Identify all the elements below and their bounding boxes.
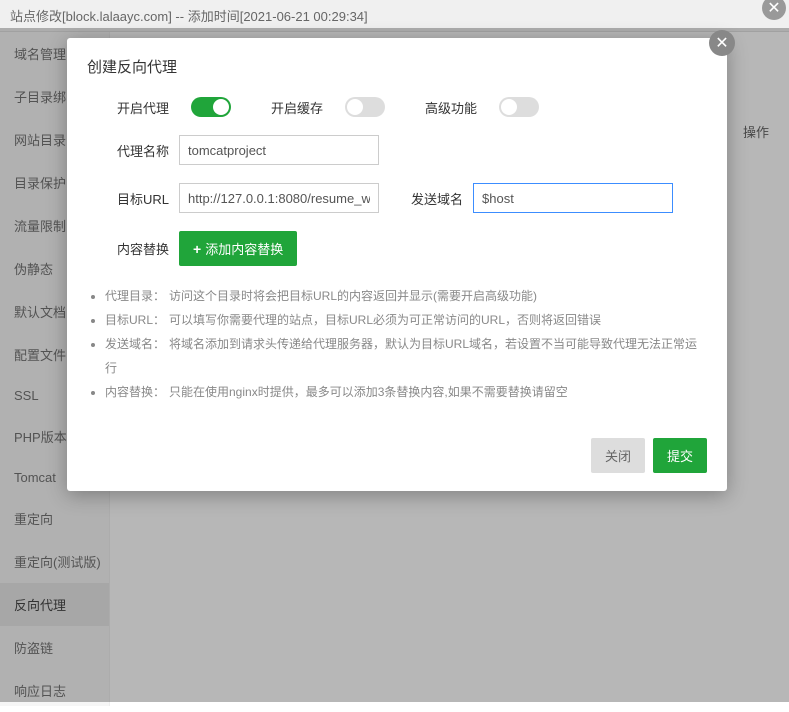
hint-item: 代理目录：访问这个目录时将会把目标URL的内容返回并显示(需要开启高级功能) (105, 284, 707, 308)
toggle-row: 开启代理 开启缓存 高级功能 (117, 97, 707, 117)
outer-title: 站点修改[block.lalaayc.com] -- 添加时间[2021-06-… (10, 9, 368, 24)
send-domain-label: 发送域名 (411, 189, 473, 208)
proxy-name-input[interactable] (179, 135, 379, 165)
plus-icon: + (193, 241, 201, 257)
dialog-body: 开启代理 开启缓存 高级功能 代理名称 目标URL (67, 87, 727, 266)
modal-overlay: ✕ 创建反向代理 开启代理 开启缓存 高级功能 代理名称 (0, 28, 789, 702)
content-replace-label: 内容替换 (117, 239, 179, 258)
submit-button[interactable]: 提交 (653, 438, 707, 473)
enable-cache-label: 开启缓存 (271, 98, 333, 117)
enable-proxy-label: 开启代理 (117, 98, 179, 117)
create-proxy-dialog: ✕ 创建反向代理 开启代理 开启缓存 高级功能 代理名称 (67, 38, 727, 491)
target-url-row: 目标URL 发送域名 (117, 183, 707, 213)
content-replace-row: 内容替换 + 添加内容替换 (117, 231, 707, 266)
proxy-name-label: 代理名称 (117, 141, 179, 160)
dialog-title: 创建反向代理 (67, 38, 727, 87)
dialog-footer: 关闭 提交 (67, 424, 727, 491)
enable-proxy-toggle[interactable] (191, 97, 231, 117)
outer-close-icon[interactable]: ✕ (762, 0, 786, 20)
hint-item: 发送域名：将域名添加到请求头传递给代理服务器，默认为目标URL域名，若设置不当可… (105, 332, 707, 380)
target-url-label: 目标URL (117, 189, 179, 208)
hints-list: 代理目录：访问这个目录时将会把目标URL的内容返回并显示(需要开启高级功能)目标… (87, 284, 707, 404)
hint-item: 内容替换：只能在使用nginx时提供，最多可以添加3条替换内容,如果不需要替换请… (105, 380, 707, 404)
add-replace-label: 添加内容替换 (205, 239, 283, 258)
hints-block: 代理目录：访问这个目录时将会把目标URL的内容返回并显示(需要开启高级功能)目标… (87, 284, 707, 424)
target-url-input[interactable] (179, 183, 379, 213)
close-button[interactable]: 关闭 (591, 438, 645, 473)
send-domain-input[interactable] (473, 183, 673, 213)
add-replace-button[interactable]: + 添加内容替换 (179, 231, 297, 266)
advanced-toggle[interactable] (499, 97, 539, 117)
hint-item: 目标URL：可以填写你需要代理的站点，目标URL必须为可正常访问的URL，否则将… (105, 308, 707, 332)
proxy-name-row: 代理名称 (117, 135, 707, 165)
enable-cache-toggle[interactable] (345, 97, 385, 117)
advanced-label: 高级功能 (425, 98, 487, 117)
dialog-close-icon[interactable]: ✕ (709, 30, 735, 56)
